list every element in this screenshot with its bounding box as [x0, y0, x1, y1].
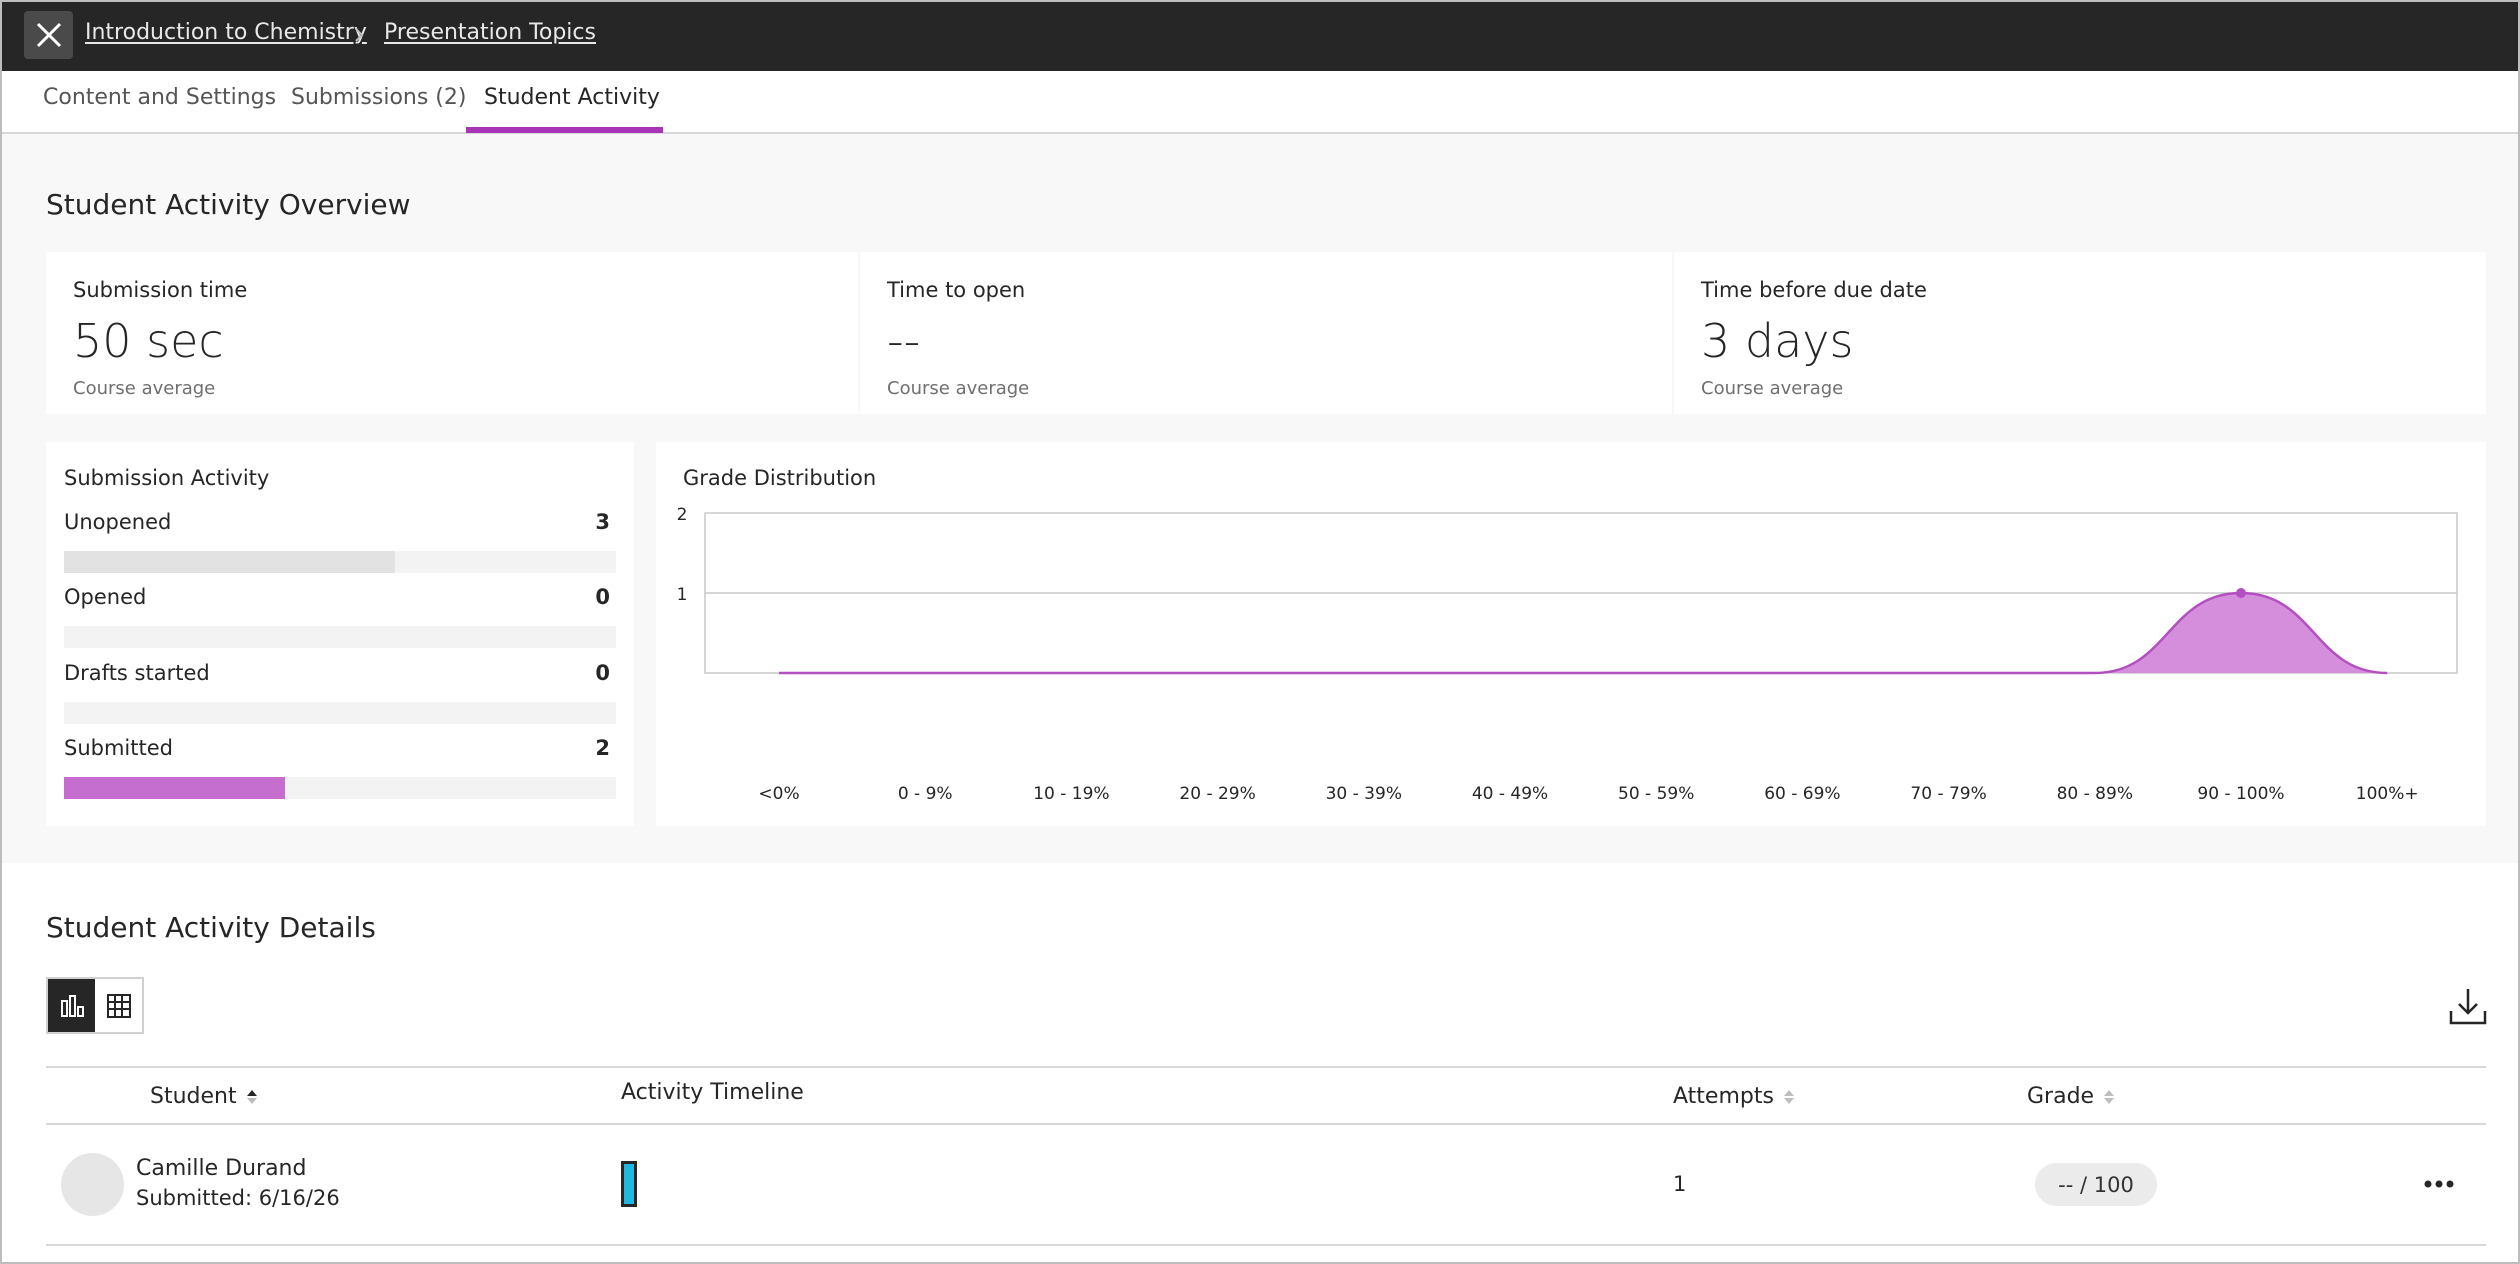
chevron-right-icon — [352, 25, 366, 49]
column-header-attempts[interactable]: Attempts — [1673, 1084, 1796, 1109]
stat-card-time-before-due: Time before due date 3 days Course avera… — [1674, 252, 2486, 414]
tab-content-and-settings[interactable]: Content and Settings — [43, 85, 276, 110]
x-tick-label: 20 - 29% — [1179, 784, 1255, 804]
stat-value: -- — [887, 314, 921, 368]
column-header-activity-timeline: Activity Timeline — [621, 1080, 804, 1105]
stat-label: Submission time — [73, 278, 248, 302]
grid-icon — [106, 993, 131, 1018]
breadcrumb-course-link[interactable]: Introduction to Chemistry — [85, 20, 367, 45]
column-header-label: Student — [150, 1084, 237, 1109]
activity-count: 0 — [595, 661, 610, 685]
grade-pill[interactable]: -- / 100 — [2035, 1163, 2157, 1206]
stat-sub: Course average — [73, 378, 216, 399]
sort-icon — [1782, 1087, 1796, 1107]
x-tick-label: 0 - 9% — [898, 784, 953, 804]
download-icon — [2449, 989, 2487, 1025]
x-tick-label: 100%+ — [2356, 784, 2419, 804]
table-header-bottom-border — [46, 1123, 2486, 1125]
activity-bar-track — [64, 777, 616, 799]
activity-bar-track — [64, 702, 616, 724]
grade-point[interactable] — [2236, 588, 2246, 598]
sort-icon — [2102, 1087, 2116, 1107]
stat-label: Time to open — [887, 278, 1026, 302]
column-header-label: Attempts — [1673, 1084, 1774, 1109]
activity-bar-track — [64, 551, 616, 573]
activity-count: 2 — [595, 736, 610, 760]
sort-ascending-icon — [245, 1087, 259, 1107]
stat-label: Time before due date — [1701, 278, 1927, 302]
y-tick-label: 2 — [677, 505, 688, 525]
x-tick-label: 40 - 49% — [1472, 784, 1548, 804]
bar-chart-icon — [60, 994, 84, 1017]
x-tick-label: 50 - 59% — [1618, 784, 1694, 804]
overview-title: Student Activity Overview — [46, 188, 411, 221]
tab-bar: Content and Settings Submissions (2) Stu… — [0, 71, 2520, 134]
table-view-button[interactable] — [95, 979, 142, 1032]
activity-label: Submitted — [64, 736, 173, 760]
stat-sub: Course average — [887, 378, 1030, 399]
column-header-label: Activity Timeline — [621, 1080, 804, 1105]
y-tick-label: 1 — [677, 585, 688, 605]
breadcrumb-item-link[interactable]: Presentation Topics — [384, 20, 596, 45]
activity-timeline-marker[interactable] — [621, 1161, 637, 1207]
close-button[interactable] — [24, 11, 73, 59]
stat-value: 50 sec — [73, 314, 224, 368]
chart-view-button[interactable] — [48, 979, 95, 1032]
stat-sub: Course average — [1701, 378, 1844, 399]
activity-count: 0 — [595, 585, 610, 609]
x-tick-label: 90 - 100% — [2197, 784, 2284, 804]
x-tick-label: 80 - 89% — [2057, 784, 2133, 804]
x-tick-label: 70 - 79% — [1910, 784, 1986, 804]
x-tick-label: 60 - 69% — [1764, 784, 1840, 804]
x-tick-label: <0% — [758, 784, 799, 804]
grade-distribution-panel: Grade Distribution 1 2 <0% 0 - 9% 10 - 19% 20… — [656, 442, 2486, 826]
download-button[interactable] — [2446, 985, 2490, 1029]
activity-bar-track — [64, 626, 616, 648]
more-horizontal-icon — [2424, 1180, 2454, 1188]
activity-label: Opened — [64, 585, 147, 609]
avatar — [61, 1153, 124, 1216]
more-options-button[interactable] — [2419, 1171, 2459, 1197]
activity-label: Unopened — [64, 510, 172, 534]
close-icon — [36, 22, 61, 48]
table-header-top-border — [46, 1066, 2486, 1068]
view-toggle — [46, 977, 144, 1034]
column-header-label: Grade — [2027, 1084, 2095, 1109]
column-header-student[interactable]: Student — [150, 1084, 259, 1109]
submission-activity-title: Submission Activity — [64, 466, 270, 490]
attempts-value: 1 — [1673, 1172, 1687, 1196]
table-row-divider — [46, 1244, 2486, 1246]
x-tick-label: 10 - 19% — [1033, 784, 1109, 804]
details-title: Student Activity Details — [46, 911, 376, 944]
x-tick-label: 30 - 39% — [1326, 784, 1402, 804]
activity-bar-fill — [64, 551, 396, 573]
student-submitted-date: Submitted: 6/16/26 — [136, 1186, 340, 1210]
activity-bar-fill — [64, 777, 285, 799]
submission-activity-panel: Submission Activity Unopened 3 Opened 0 … — [46, 442, 634, 826]
activity-count: 3 — [595, 510, 610, 534]
stat-card-submission-time: Submission time 50 sec Course average — [46, 252, 858, 414]
activity-label: Drafts started — [64, 661, 210, 685]
stat-card-time-to-open: Time to open -- Course average — [860, 252, 1672, 414]
column-header-grade[interactable]: Grade — [2027, 1084, 2116, 1109]
grade-area — [779, 593, 2388, 673]
student-name[interactable]: Camille Durand — [136, 1156, 306, 1181]
grade-distribution-chart: 1 2 <0% 0 - 9% 10 - 19% 20 - 29% 30 - 39% 40 - … — [677, 505, 2458, 804]
tab-student-activity[interactable]: Student Activity — [484, 85, 660, 110]
top-bar: Introduction to Chemistry Presentation T… — [0, 0, 2520, 71]
stat-value: 3 days — [1701, 314, 1854, 368]
tab-submissions[interactable]: Submissions (2) — [291, 85, 466, 110]
active-tab-indicator — [466, 127, 663, 133]
